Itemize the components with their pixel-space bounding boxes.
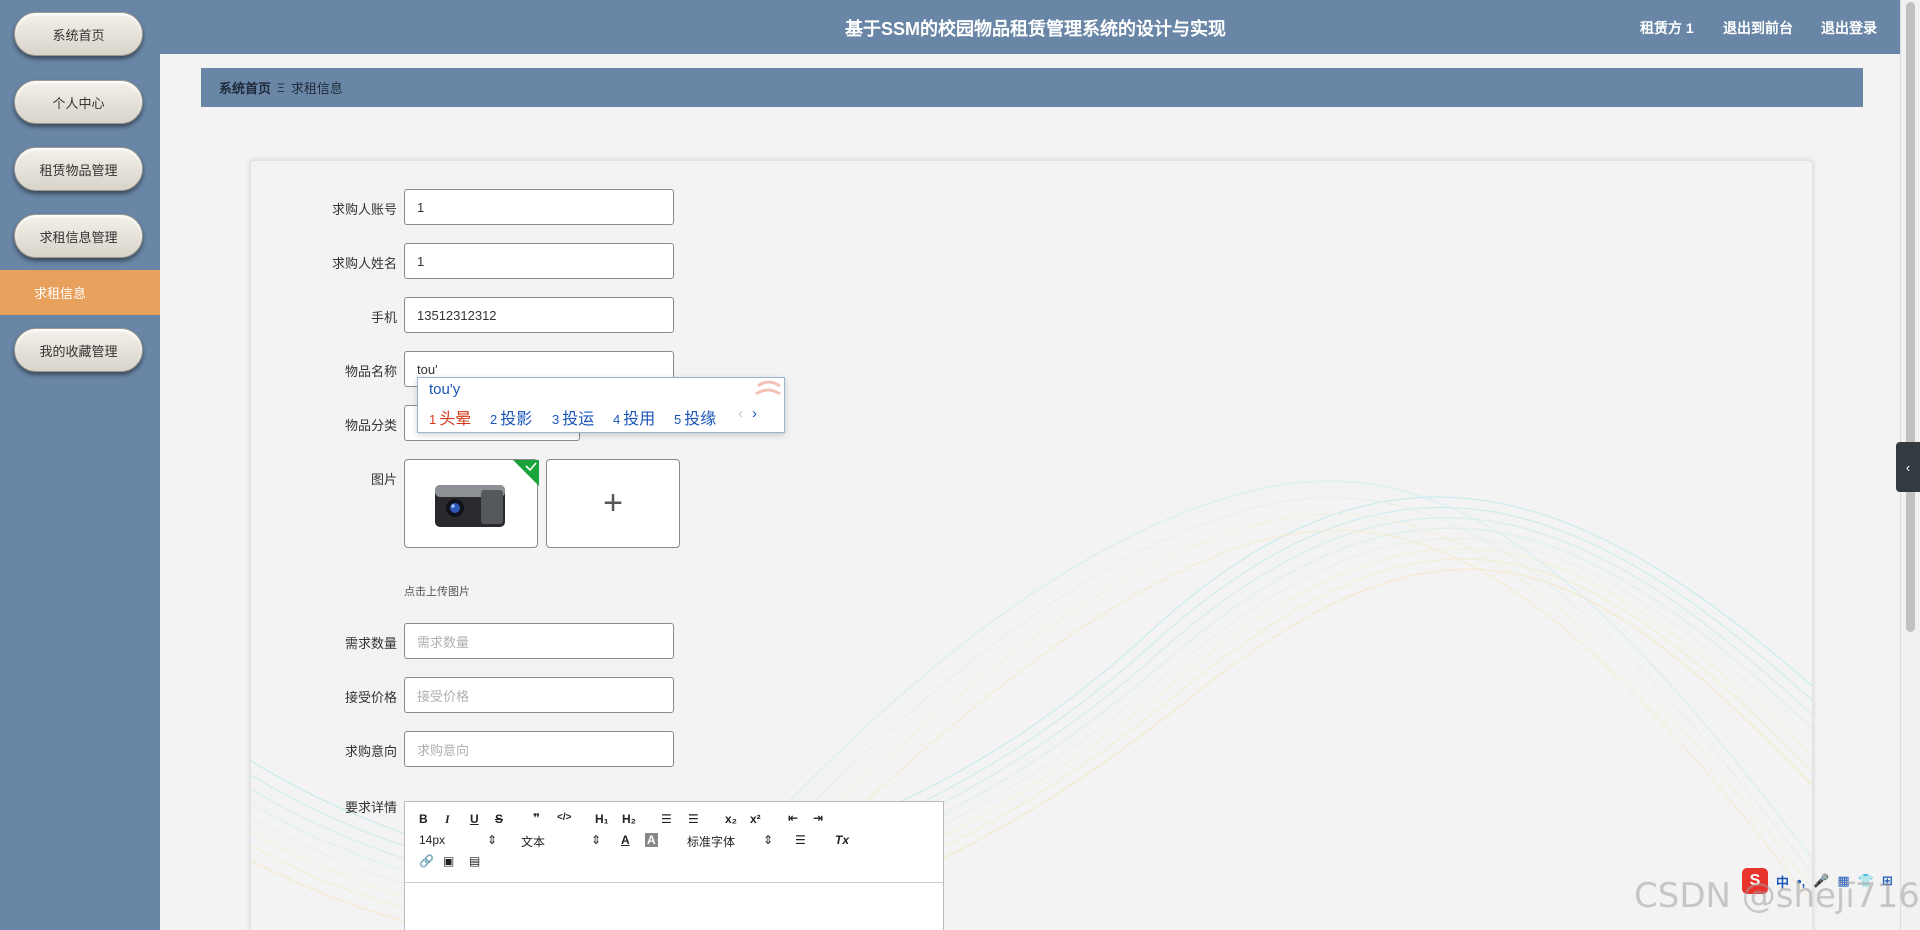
ime-candidate-popup: tou'y 1 头晕 2 投影 3 投运 4 投用 5 投缘 ‹ › (417, 377, 785, 433)
ime-candidate-3[interactable]: 3 投运 (552, 405, 594, 429)
category-label: 物品分类 (344, 418, 397, 433)
h2-button[interactable]: H₂ (622, 812, 636, 826)
ordered-list-button[interactable]: ☰ (661, 812, 672, 826)
block-chevron-icon: ⇕ (591, 833, 602, 847)
image-label: 图片 (370, 472, 397, 487)
ime-candidate-1[interactable]: 1 头晕 (429, 405, 471, 429)
strike-button[interactable]: S (495, 812, 503, 826)
add-image-button[interactable]: + (546, 459, 680, 548)
phone-input[interactable]: 13512312312 (404, 297, 674, 333)
indent-button[interactable]: ⇥ (813, 811, 823, 825)
align-button[interactable]: ☰ (795, 833, 806, 847)
italic-button[interactable]: I (445, 812, 450, 827)
clean-format-button[interactable]: Tx (835, 833, 849, 847)
top-header: 基于SSM的校园物品租赁管理系统的设计与实现 租赁方 1 退出到前台 退出登录 (160, 0, 1900, 54)
font-size-select[interactable]: 14px (419, 833, 445, 847)
sidebar-item-favorites[interactable]: 我的收藏管理 (14, 328, 143, 372)
font-color-button[interactable]: A (621, 833, 630, 847)
sidebar-item-home[interactable]: 系统首页 (14, 12, 143, 56)
detail-label: 要求详情 (344, 800, 397, 815)
chevron-left-icon[interactable]: ‹ (1896, 442, 1920, 492)
rich-text-editor: B I U S ❞ </> H₁ H₂ ☰ ☰ x₂ x² ⇤ ⇥ 14px ⇕… (404, 801, 944, 930)
qty-input[interactable]: 需求数量 (404, 623, 674, 659)
link-button[interactable]: 🔗 (419, 854, 434, 868)
sidebar-item-rental-items[interactable]: 租赁物品管理 (14, 147, 143, 191)
quote-button[interactable]: ❞ (533, 811, 540, 825)
bullet-list-button[interactable]: ☰ (688, 812, 699, 826)
underline-button[interactable]: U (470, 812, 479, 826)
sidebar-item-rent-request-mgmt[interactable]: 求租信息管理 (14, 214, 143, 258)
font-family-chevron-icon: ⇕ (763, 833, 774, 847)
intent-input[interactable]: 求购意向 (404, 731, 674, 767)
uploaded-image-thumbnail[interactable] (404, 459, 539, 548)
account-label: 求购人账号 (331, 202, 397, 217)
image-button[interactable]: ▣ (443, 854, 454, 868)
ime-composition: tou'y (429, 381, 461, 398)
scrollbar-thumb[interactable] (1906, 2, 1915, 632)
item-name-label: 物品名称 (344, 364, 397, 379)
outdent-button[interactable]: ⇤ (788, 811, 798, 825)
upload-hint: 点击上传图片 (404, 586, 470, 598)
projector-image (435, 460, 539, 527)
bold-button[interactable]: B (419, 812, 428, 826)
ime-next-icon[interactable]: › (752, 405, 757, 422)
video-button[interactable]: ▤ (469, 854, 480, 868)
user-name[interactable]: 租赁方 1 (1640, 18, 1694, 38)
ime-candidate-4[interactable]: 4 投用 (613, 405, 655, 429)
to-front-link[interactable]: 退出到前台 (1723, 18, 1793, 38)
logout-link[interactable]: 退出登录 (1821, 18, 1877, 38)
name-label: 求购人姓名 (331, 256, 397, 271)
h1-button[interactable]: H₁ (595, 812, 609, 826)
subscript-button[interactable]: x₂ (725, 812, 737, 826)
sogou-logo-icon (755, 380, 781, 396)
name-input[interactable]: 1 (404, 243, 674, 279)
price-label: 接受价格 (344, 690, 397, 705)
editor-toolbar: B I U S ❞ </> H₁ H₂ ☰ ☰ x₂ x² ⇤ ⇥ 14px ⇕… (405, 802, 943, 883)
price-input[interactable]: 接受价格 (404, 677, 674, 713)
ime-candidate-2[interactable]: 2 投影 (490, 405, 532, 429)
ime-prev-icon[interactable]: ‹ (738, 405, 743, 422)
form-card: 求购人账号 1 求购人姓名 1 手机 13512312312 物品名称 tou'… (250, 160, 1813, 930)
superscript-button[interactable]: x² (750, 812, 761, 826)
qty-label: 需求数量 (344, 636, 397, 651)
ime-candidate-5[interactable]: 5 投缘 (674, 405, 716, 429)
sidebar: 系统首页 个人中心 租赁物品管理 求租信息管理 求租信息 我的收藏管理 (0, 0, 160, 930)
intent-label: 求购意向 (344, 744, 397, 759)
page-title: 基于SSM的校园物品租赁管理系统的设计与实现 (845, 19, 1227, 39)
sidebar-item-personal-center[interactable]: 个人中心 (14, 80, 143, 124)
account-input[interactable]: 1 (404, 189, 674, 225)
bg-color-button[interactable]: A (645, 833, 658, 847)
breadcrumb: 系统首页 Ξ 求租信息 (201, 68, 1863, 107)
sidebar-item-rent-request[interactable]: 求租信息 (0, 270, 160, 315)
phone-label: 手机 (370, 310, 397, 325)
watermark: CSDN @shejī716 (1634, 876, 1920, 916)
block-format-select[interactable]: 文本 (521, 833, 545, 850)
breadcrumb-home[interactable]: 系统首页 (219, 78, 271, 97)
code-button[interactable]: </> (557, 812, 571, 823)
breadcrumb-current: 求租信息 (290, 81, 343, 96)
font-family-select[interactable]: 标准字体 (687, 833, 735, 850)
editor-content-area[interactable] (405, 883, 943, 930)
font-size-chevron-icon: ⇕ (487, 833, 498, 847)
breadcrumb-separator-icon: Ξ (277, 80, 285, 95)
